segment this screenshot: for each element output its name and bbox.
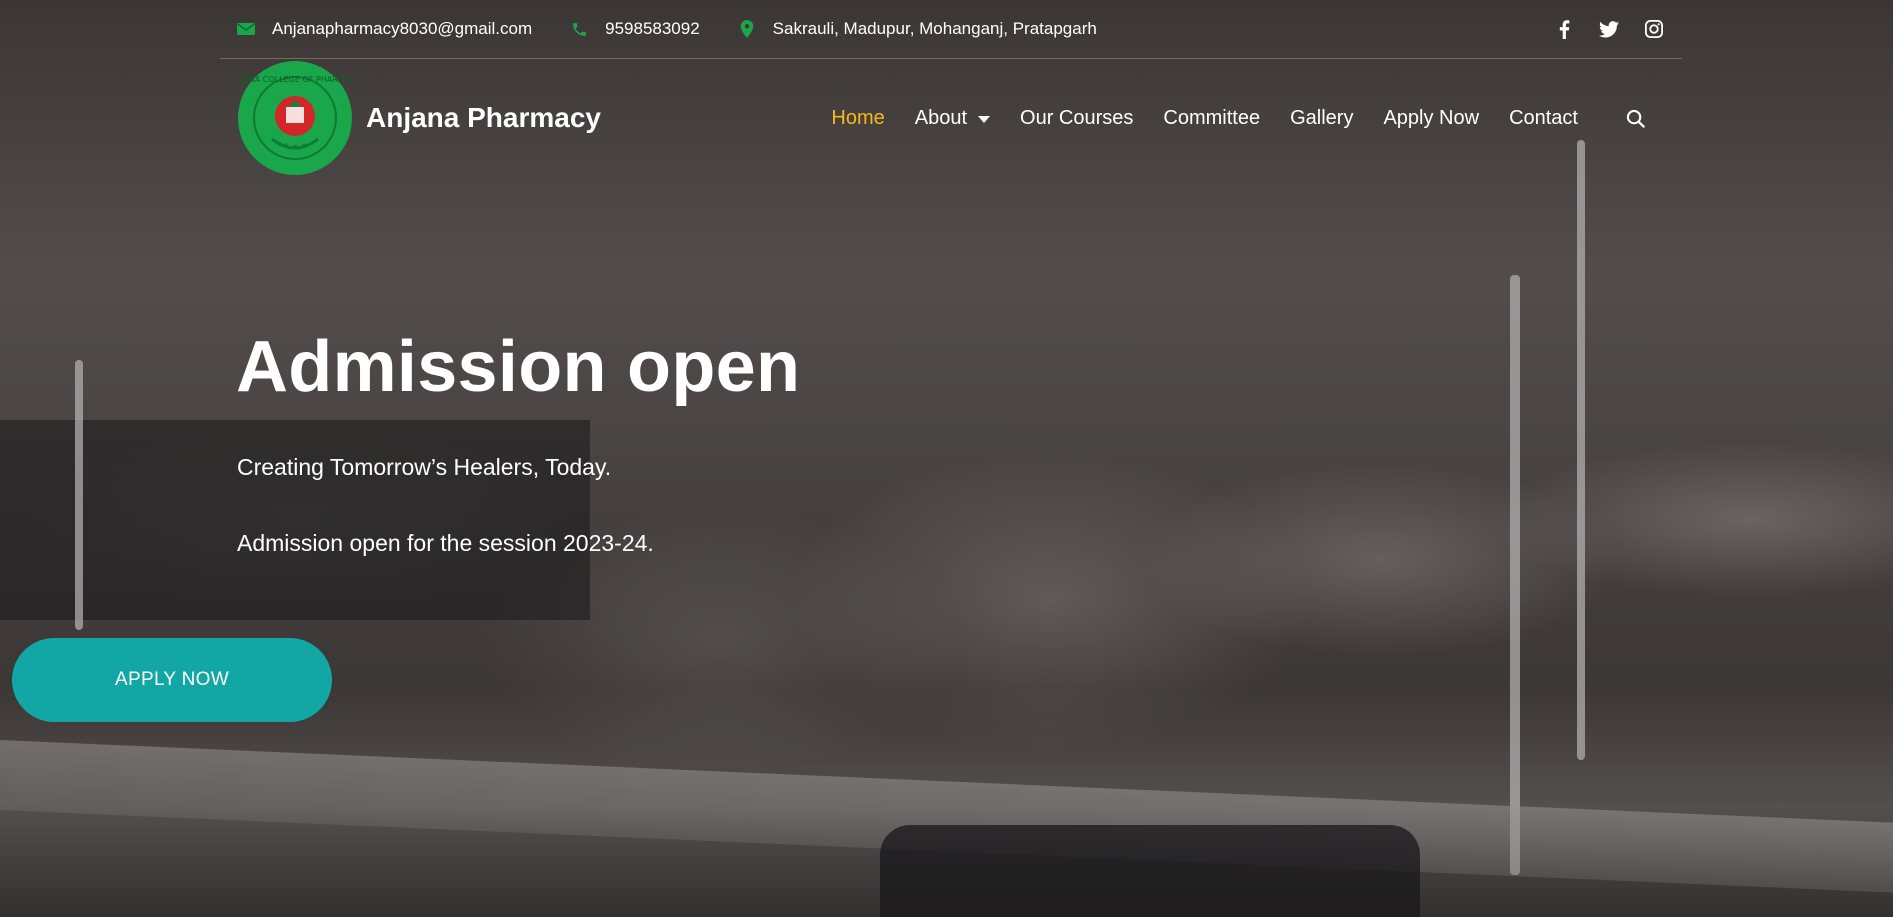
contact-phone-text: 9598583092 [605, 19, 700, 38]
apply-now-button[interactable]: APPLY NOW [12, 638, 332, 722]
nav-menu: Home About Our Courses Committee Gallery… [801, 107, 1668, 130]
phone-icon [570, 20, 588, 38]
social-links [1529, 19, 1664, 39]
nav-item-apply-now-label: Apply Now [1383, 106, 1480, 129]
college-logo[interactable]: ANJANA COLLEGE OF PHARMACY [238, 61, 352, 175]
top-contact-bar: Anjanapharmacy8030@gmail.com 9598583092 … [220, 0, 1682, 59]
nav-item-our-courses-label: Our Courses [1020, 106, 1134, 129]
contact-address-text: Sakrauli, Madupur, Mohanganj, Pratapgarh [772, 19, 1097, 38]
main-navbar: ANJANA COLLEGE OF PHARMACY Anjana Pharma… [238, 60, 1668, 176]
facebook-icon[interactable] [1554, 19, 1574, 39]
brand-name[interactable]: Anjana Pharmacy [366, 102, 601, 134]
caret-down-icon [978, 115, 991, 123]
nav-item-home-label: Home [831, 106, 885, 129]
instagram-icon[interactable] [1644, 19, 1664, 39]
nav-item-contact[interactable]: Contact [1509, 107, 1578, 130]
map-marker-icon [738, 20, 756, 38]
contact-email[interactable]: Anjanapharmacy8030@gmail.com [237, 19, 532, 39]
svg-text:ANJANA COLLEGE OF PHARMACY: ANJANA COLLEGE OF PHARMACY [238, 75, 352, 84]
nav-item-gallery-label: Gallery [1290, 106, 1354, 129]
hero-session-text: Admission open for the session 2023-24. [237, 530, 654, 556]
contact-address[interactable]: Sakrauli, Madupur, Mohanganj, Pratapgarh [738, 19, 1097, 39]
contact-phone[interactable]: 9598583092 [570, 19, 700, 39]
page: Anjanapharmacy8030@gmail.com 9598583092 … [0, 0, 1893, 917]
nav-item-contact-label: Contact [1509, 106, 1578, 129]
twitter-icon[interactable] [1599, 19, 1619, 39]
contact-email-text: Anjanapharmacy8030@gmail.com [272, 19, 533, 38]
hero-title: Admission open [236, 327, 801, 407]
nav-item-committee-label: Committee [1163, 106, 1261, 129]
nav-item-home[interactable]: Home [831, 107, 884, 130]
envelope-icon [237, 20, 255, 38]
nav-item-about-label: About [914, 106, 968, 129]
search-icon[interactable] [1624, 107, 1646, 129]
hero-tagline: Creating Tomorrow’s Healers, Today. [237, 454, 612, 480]
nav-item-gallery[interactable]: Gallery [1290, 107, 1353, 130]
nav-item-committee[interactable]: Committee [1163, 107, 1260, 130]
nav-item-apply-now[interactable]: Apply Now [1383, 107, 1479, 130]
nav-item-our-courses[interactable]: Our Courses [1020, 107, 1133, 130]
nav-item-about[interactable]: About [914, 106, 991, 130]
